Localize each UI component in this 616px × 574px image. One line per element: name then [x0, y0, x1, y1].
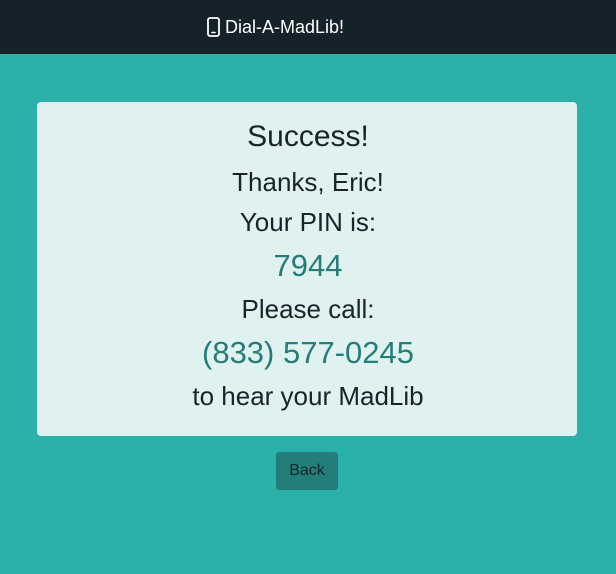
success-heading: Success!	[247, 120, 369, 153]
back-button[interactable]: Back	[276, 452, 338, 490]
brand-title: Dial-A-MadLib!	[225, 16, 345, 37]
thanks-message: Thanks, Eric!	[232, 167, 384, 197]
call-label: Please call:	[241, 294, 375, 324]
navbar: Dial-A-MadLib!	[0, 0, 616, 54]
brand-link[interactable]: Dial-A-MadLib!	[207, 14, 344, 40]
mobile-phone-icon	[207, 17, 220, 37]
pin-value: 7944	[273, 248, 343, 283]
pin-label: Your PIN is:	[239, 207, 377, 237]
madlib-footer-text: to hear your MadLib	[192, 381, 424, 411]
phone-number: (833) 577-0245	[202, 335, 414, 370]
